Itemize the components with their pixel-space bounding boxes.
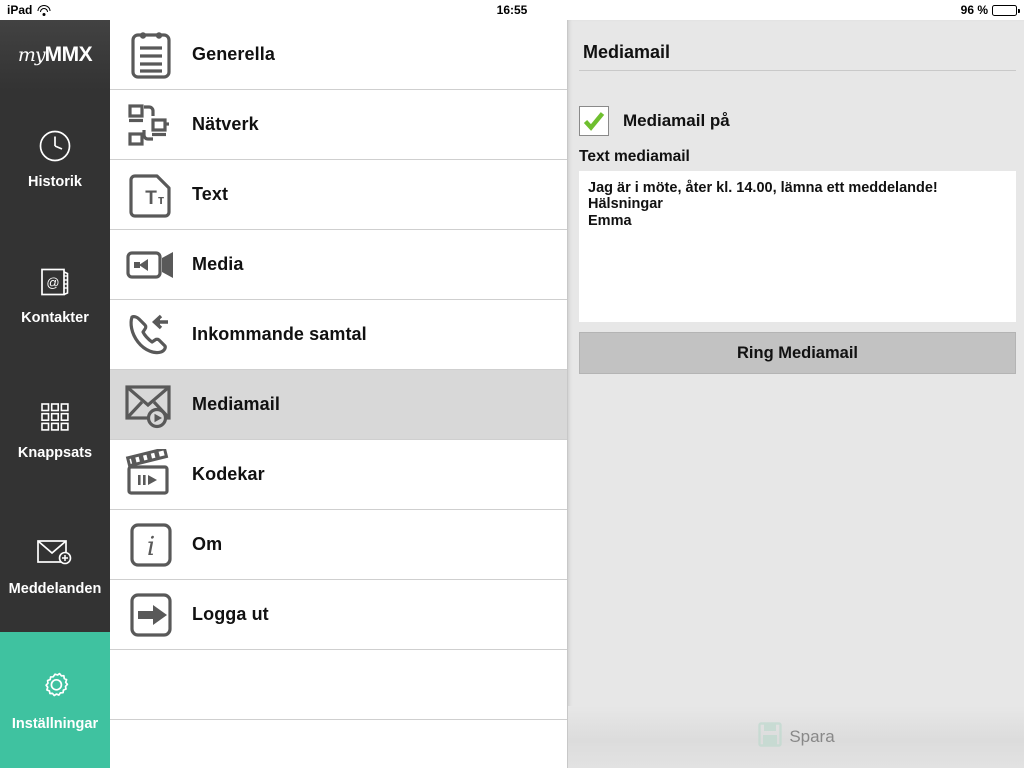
sidebar-item-label: Kontakter [21, 309, 89, 326]
settings-row-media[interactable]: Media [110, 230, 567, 300]
settings-row-generella[interactable]: Generella [110, 20, 567, 90]
clock-label: 16:55 [496, 3, 528, 17]
settings-row-logga-ut[interactable]: Logga ut [110, 580, 567, 650]
settings-row-label: Inkommande samtal [192, 324, 367, 344]
mediamail-enable-checkbox[interactable] [579, 106, 609, 136]
settings-row-kodekar[interactable]: Kodekar [110, 440, 567, 510]
settings-row-label: Nätverk [192, 114, 259, 134]
ring-mediamail-button[interactable]: Ring Mediamail [579, 332, 1016, 374]
network-icon [123, 97, 179, 153]
settings-list: Generella Nätverk T т Text Media Inkomma… [110, 20, 567, 768]
detail-panel: Mediamail Mediamail på Text mediamail Ri… [567, 20, 1024, 768]
svg-text:т: т [158, 192, 164, 207]
address-book-icon: @ [35, 262, 75, 302]
svg-text:@: @ [46, 275, 59, 290]
sidebar-item-label: Historik [28, 174, 82, 191]
save-button-label: Spara [789, 727, 835, 746]
settings-row-label: Generella [192, 44, 275, 64]
detail-header: Mediamail [579, 42, 1016, 71]
sidebar-item-historik[interactable]: Historik [0, 90, 110, 226]
settings-row-label: Logga ut [192, 604, 269, 624]
mediamail-enable-row[interactable]: Mediamail på [579, 106, 730, 136]
sidebar-item-knappsats[interactable]: Knappsats [0, 361, 110, 497]
text-mediamail-input[interactable] [579, 171, 1016, 322]
settings-row-label: Media [192, 254, 244, 274]
gear-icon [35, 668, 75, 708]
status-bar: iPad 16:55 96 % [0, 0, 1024, 20]
incoming-call-icon [123, 307, 179, 363]
settings-row-text[interactable]: T т Text [110, 160, 567, 230]
checkmark-icon [583, 112, 605, 131]
settings-row-om[interactable]: i Om [110, 510, 567, 580]
sidebar-item-kontakter[interactable]: @ Kontakter [0, 226, 110, 362]
sidebar-item-label: Knappsats [17, 445, 93, 462]
sidebar-item-meddelanden[interactable]: Meddelanden [0, 497, 110, 633]
video-camera-icon [123, 237, 179, 293]
ipad-screen: iPad 16:55 96 % myMMX Historik @ Kontakt… [0, 0, 1024, 768]
clock-icon [35, 126, 75, 166]
detail-bottom-toolbar: Spara [568, 706, 1024, 768]
settings-row-label: Text [192, 184, 229, 204]
settings-row-mediamail[interactable]: Mediamail [110, 370, 567, 440]
settings-row-inkommande-samtal[interactable]: Inkommande samtal [110, 300, 567, 370]
app-logo: myMMX [0, 20, 110, 90]
settings-row-label: Mediamail [192, 394, 280, 414]
info-icon: i [123, 517, 179, 573]
settings-row-empty [110, 650, 567, 720]
svg-text:i: i [147, 532, 155, 562]
settings-row-label: Kodekar [192, 464, 265, 484]
clapperboard-icon [123, 447, 179, 503]
sidebar-item-installningar[interactable]: Inställningar [0, 632, 110, 768]
battery-icon [992, 4, 1020, 16]
mediamail-envelope-play-icon [123, 377, 179, 433]
save-floppy-icon [758, 722, 783, 752]
status-bar-right: 96 % [960, 0, 1020, 20]
app-logo-my: my [17, 44, 46, 66]
settings-row-natverk[interactable]: Nätverk [110, 90, 567, 160]
mediamail-enable-label: Mediamail på [623, 111, 730, 130]
main-sidebar: myMMX Historik @ Kontakter Knappsats Med… [0, 20, 110, 768]
app-logo-mmx: MMX [44, 43, 93, 66]
save-button[interactable]: Spara [758, 722, 835, 752]
svg-text:T: T [145, 188, 157, 209]
sidebar-item-label: Meddelanden [8, 580, 102, 597]
logout-arrow-icon [123, 587, 179, 643]
page-title: Mediamail [583, 42, 671, 62]
battery-percent-label: 96 % [960, 3, 988, 17]
clipboard-icon [123, 27, 179, 83]
settings-row-label: Om [192, 534, 223, 554]
text-mediamail-label: Text mediamail [579, 148, 690, 165]
sidebar-item-label: Inställningar [11, 716, 99, 733]
text-document-icon: T т [123, 167, 179, 223]
envelope-plus-icon [35, 533, 75, 573]
keypad-icon [35, 397, 75, 437]
